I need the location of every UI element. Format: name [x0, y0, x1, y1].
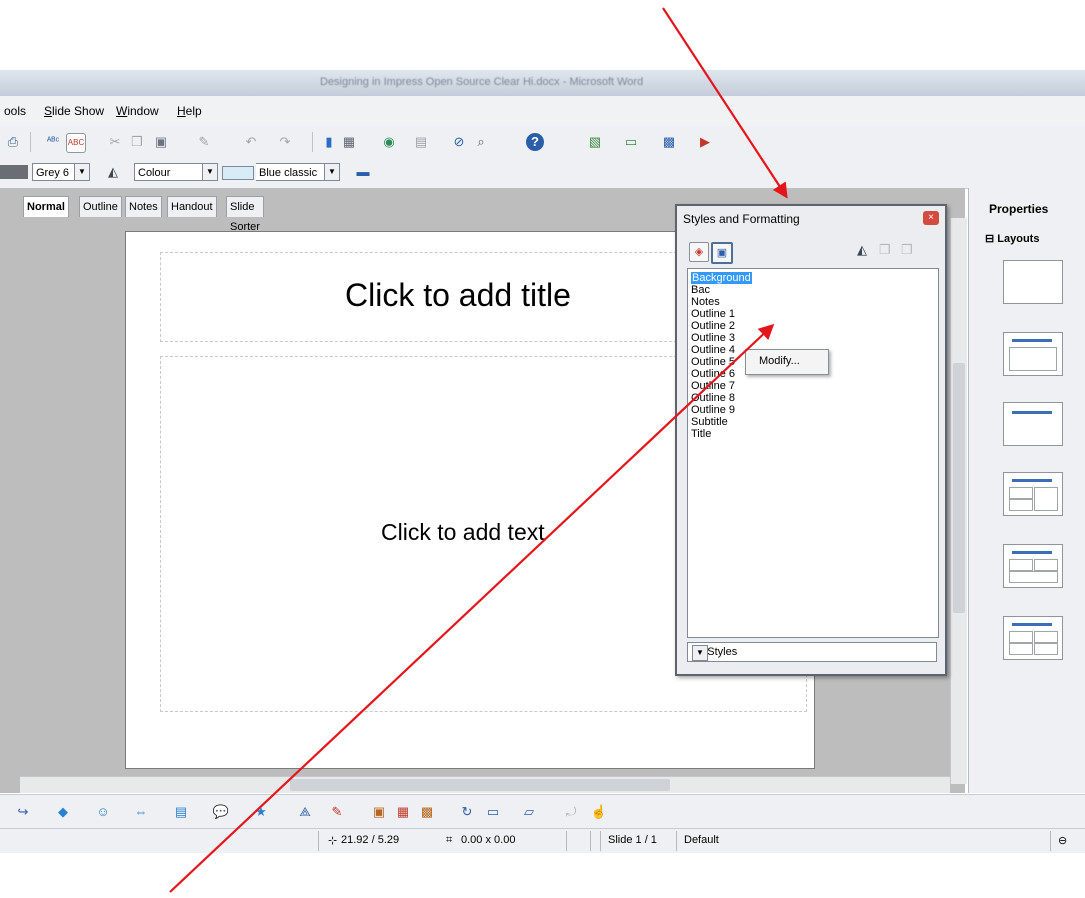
annotation-arrows [169, 7, 788, 893]
annotation-arrow-modify [169, 323, 775, 893]
annotation-arrow-dialog [662, 7, 788, 199]
